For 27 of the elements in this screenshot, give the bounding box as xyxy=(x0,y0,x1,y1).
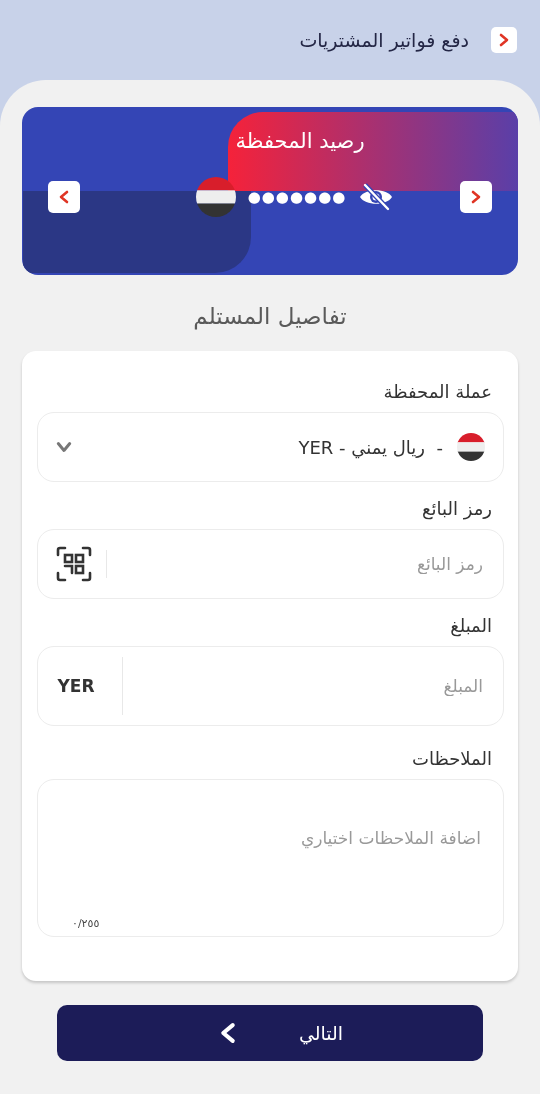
previous-wallet-button[interactable] xyxy=(48,181,80,213)
field-label: رمز البائع xyxy=(422,498,492,519)
back-button[interactable] xyxy=(491,27,517,53)
chevron-right-icon xyxy=(469,190,483,204)
chevron-down-icon xyxy=(56,439,72,455)
qr-code-icon[interactable] xyxy=(56,546,92,582)
field-label: عملة المحفظة xyxy=(383,381,492,402)
eye-off-icon[interactable] xyxy=(358,182,395,212)
field-label: المبلغ xyxy=(450,615,492,636)
currency-select[interactable]: - ريال يمني - YER xyxy=(37,412,504,482)
currency-code: YER xyxy=(56,676,96,696)
merchant-code-field[interactable]: رمز البائع xyxy=(37,529,504,599)
flag-icon xyxy=(195,177,236,217)
section-title: تفاصيل المستلم xyxy=(193,303,347,329)
character-counter: ٠/٢٥٥ xyxy=(72,917,100,930)
chevron-left-icon xyxy=(57,190,71,204)
field-label: الملاحظات xyxy=(412,748,492,769)
notes-field[interactable]: اضافة الملاحظات اختياري ٠/٢٥٥ xyxy=(37,779,504,937)
merchant-code-input[interactable]: رمز البائع xyxy=(121,553,485,575)
amount-input[interactable]: المبلغ xyxy=(137,675,485,697)
chevron-right-icon xyxy=(497,33,511,47)
flag-icon xyxy=(457,433,485,461)
masked-balance: ●●●●●●● xyxy=(247,188,347,206)
wallet-balance-title: رصيد المحفظة xyxy=(235,129,365,153)
next-wallet-button[interactable] xyxy=(460,181,492,213)
page-title: دفع فواتير المشتريات xyxy=(299,29,469,51)
next-button[interactable]: التالي xyxy=(57,1005,483,1061)
